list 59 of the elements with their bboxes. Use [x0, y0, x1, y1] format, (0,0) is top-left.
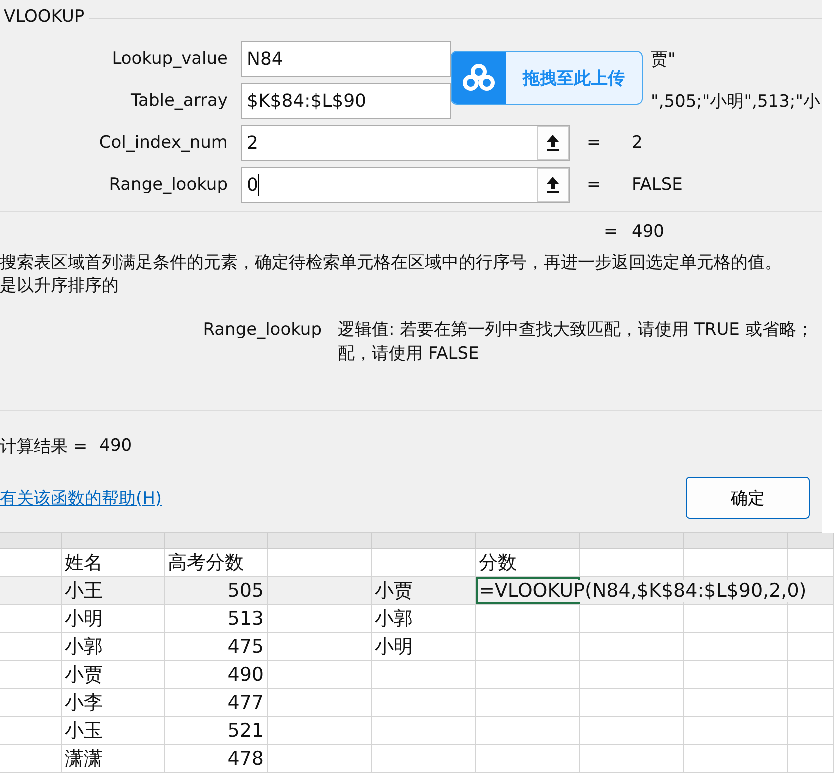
- table-cell-text: 小李: [65, 690, 103, 716]
- argument-field[interactable]: 2: [241, 125, 570, 161]
- calc-result-label: 计算结果 =: [0, 436, 88, 458]
- argument-label: Lookup_value: [111, 49, 228, 69]
- table-cell: 513: [228, 608, 264, 630]
- table-cell-text: 小贾: [375, 578, 413, 604]
- argument-label: Range_lookup: [108, 175, 228, 195]
- table-cell-text: 小王: [65, 578, 103, 604]
- calc-result-value: 490: [100, 436, 132, 456]
- argument-result: 2: [632, 133, 643, 153]
- upload-arrow-icon: [546, 134, 560, 152]
- sheet-row[interactable]: 小明 513 小郭: [0, 605, 834, 633]
- help-link[interactable]: 有关该函数的帮助(H): [0, 486, 162, 510]
- table-cell-text: 潇潇: [65, 746, 103, 772]
- argument-description: 配，请使用 FALSE: [338, 343, 480, 366]
- sheet-row[interactable]: 潇潇 478: [0, 745, 834, 773]
- description-text: 是以升序排序的: [0, 275, 120, 298]
- table-cell: 505: [228, 580, 264, 602]
- argument-label: Table_array: [130, 91, 228, 111]
- table-cell-text: 小贾: [65, 662, 103, 688]
- argument-field[interactable]: 0: [241, 167, 570, 203]
- argument-result: ",505;"小明",513;"小: [651, 90, 820, 112]
- collapse-button[interactable]: [537, 126, 569, 160]
- equals-sign: =: [587, 175, 602, 195]
- cloud-icon: [452, 52, 506, 104]
- argument-name: Range_lookup: [202, 319, 323, 342]
- table-cell-text: 高考分数: [168, 550, 244, 576]
- group-title: VLOOKUP: [3, 7, 85, 27]
- table-cell: 478: [228, 748, 264, 770]
- table-cell: 477: [228, 692, 264, 714]
- formula-result: 490: [632, 222, 664, 242]
- table-cell-text: 小郭: [65, 634, 103, 660]
- sheet-row[interactable]: 小玉 521: [0, 717, 834, 745]
- upload-arrow-icon: [546, 176, 560, 194]
- collapse-button[interactable]: [537, 168, 569, 202]
- ok-button[interactable]: 确定: [686, 477, 810, 519]
- table-cell: 521: [228, 720, 264, 742]
- table-cell: 475: [228, 636, 264, 658]
- table-cell: 490: [228, 664, 264, 686]
- table-cell-text: 小玉: [65, 718, 103, 744]
- sheet-row[interactable]: 小贾 490: [0, 661, 834, 689]
- argument-result: FALSE: [632, 175, 683, 195]
- table-cell-text: 姓名: [65, 550, 103, 576]
- equals-sign: =: [587, 133, 602, 153]
- table-cell-text: 分数: [479, 550, 517, 576]
- equals-sign: =: [604, 222, 620, 242]
- sheet-row[interactable]: 小李 477: [0, 689, 834, 717]
- table-cell-text: 小郭: [375, 606, 413, 632]
- cell-formula: =VLOOKUP(N84,$K$84:$L$90,2,0): [479, 580, 807, 602]
- argument-result: 贾": [651, 48, 676, 70]
- sheet-row[interactable]: 小王 505 小贾 =VLOOKUP(N84,$K$84:$L$90,2,0): [0, 577, 834, 605]
- argument-label: Col_index_num: [98, 133, 228, 153]
- description-text: 搜索表区域首列满足条件的元素，确定待检索单元格在区域中的行序号，再进一步返回选定单元格的值。: [0, 252, 783, 275]
- argument-field[interactable]: $K$84:$L$90: [241, 83, 451, 119]
- table-cell-text: 小明: [65, 606, 103, 632]
- table-cell-text: 小明: [375, 634, 413, 660]
- argument-description: 逻辑值: 若要在第一列中查找大致匹配，请使用 TRUE 或省略；: [338, 319, 814, 342]
- sheet-row[interactable]: 小郭 475 小明: [0, 633, 834, 661]
- argument-field[interactable]: N84: [241, 41, 451, 77]
